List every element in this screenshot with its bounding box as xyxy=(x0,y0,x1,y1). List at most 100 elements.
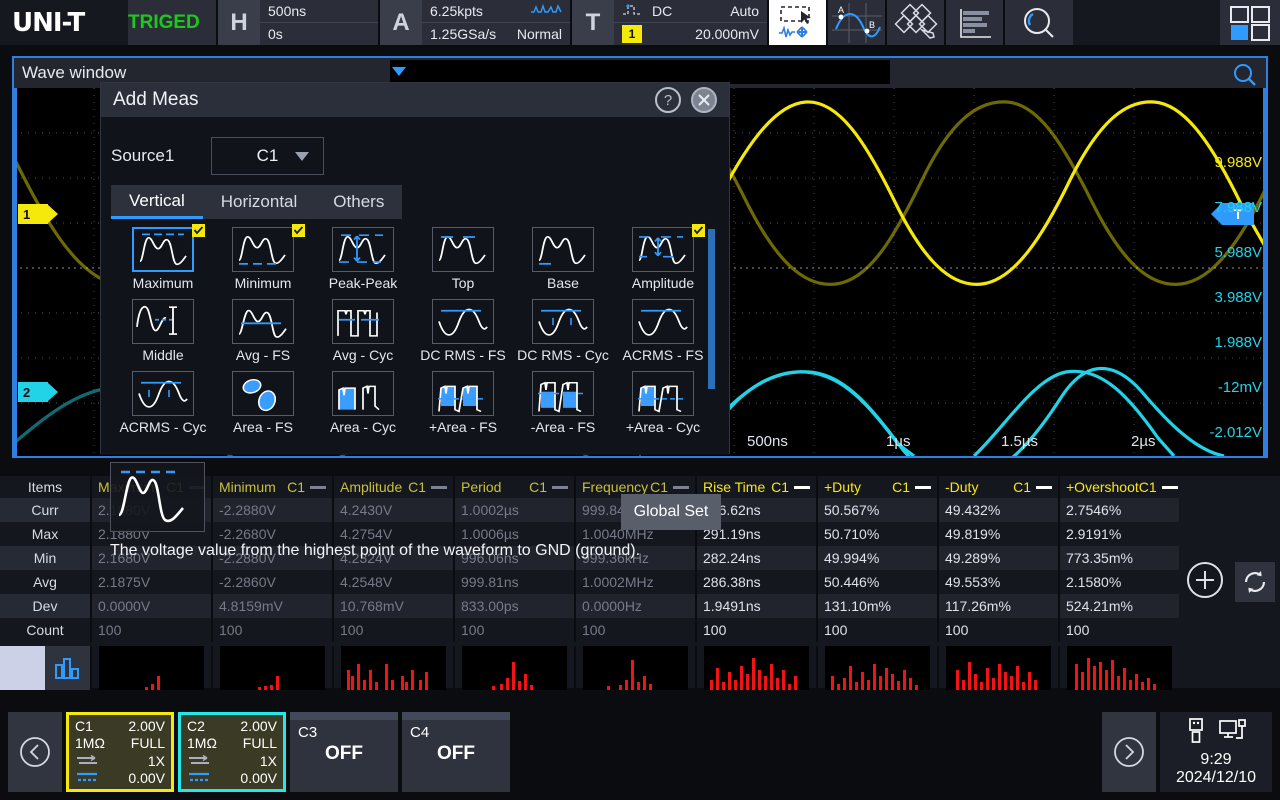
histogram-bar xyxy=(375,682,378,690)
decode-icon[interactable] xyxy=(887,0,944,45)
histogram-cell[interactable] xyxy=(1058,646,1179,690)
source1-row: Source1 C1 xyxy=(111,137,324,175)
meas-item-maximum[interactable]: Maximum xyxy=(113,224,213,299)
meas-item-area-fs[interactable]: +Area - FS xyxy=(413,371,513,443)
wave-window-scroll[interactable] xyxy=(390,60,890,84)
meas-item-amplitude[interactable]: Amplitude xyxy=(613,224,713,299)
histogram-bar xyxy=(740,666,743,690)
histogram-cell[interactable] xyxy=(695,646,816,690)
histogram-cell[interactable] xyxy=(937,646,1058,690)
channel-card-c2[interactable]: C2 2.00V 1MΩ FULL 1X 0.00V xyxy=(178,712,286,792)
channel-marker-2[interactable]: 2 xyxy=(18,382,58,402)
table-cell: 100 xyxy=(90,618,211,642)
c3-state: OFF xyxy=(325,743,363,764)
column-header[interactable]: Period C1 xyxy=(453,476,574,498)
histogram-row xyxy=(0,642,1180,694)
meas-item-top[interactable]: Top xyxy=(413,227,513,299)
chevron-left-circle-icon[interactable] xyxy=(8,712,62,792)
channel-marker-1[interactable]: 1 xyxy=(18,204,58,224)
column-header[interactable]: +Duty C1 xyxy=(816,476,937,498)
histogram-icon[interactable] xyxy=(946,0,1003,45)
histogram-cell[interactable] xyxy=(211,646,332,690)
histogram-bar xyxy=(734,680,737,690)
horizontal-settings[interactable]: H 500ns 0s xyxy=(218,0,378,45)
meas-item-avg-cyc[interactable]: Avg - Cyc xyxy=(313,299,413,371)
row-label: Avg xyxy=(33,574,57,590)
meas-item-minimum[interactable]: Minimum xyxy=(213,224,313,299)
channel-card-c3[interactable]: C3 OFF xyxy=(290,712,398,792)
c1-scale: 2.00V xyxy=(128,717,165,734)
meas-item-dc-rms-fs[interactable]: DC RMS - FS xyxy=(413,299,513,371)
histogram-bar xyxy=(518,681,521,690)
tab-horizontal[interactable]: Horizontal xyxy=(202,185,316,219)
tooltip-global-set[interactable]: Global Set xyxy=(621,494,721,530)
histogram-bar xyxy=(728,672,731,690)
acquire-settings[interactable]: A 6.25kpts 1.25GSa/s Normal xyxy=(380,0,570,45)
meas-item-area-cyc[interactable]: +Area - Cyc xyxy=(613,371,713,443)
histogram-cell[interactable] xyxy=(816,646,937,690)
trigger-settings[interactable]: T DC Auto 1 20.000mV xyxy=(572,0,767,45)
histogram-bar xyxy=(363,680,366,690)
c2-probe: 1X xyxy=(259,752,277,769)
zoom-search-icon[interactable] xyxy=(1005,0,1073,45)
histogram-bar xyxy=(506,678,509,690)
channel-card-c1[interactable]: C1 2.00V 1MΩ FULL 1X 0.00V xyxy=(66,712,174,792)
area-fs-icon xyxy=(232,371,294,416)
column-color-dash xyxy=(915,485,931,489)
histogram-bars-icon[interactable] xyxy=(45,646,90,690)
plus-circle-icon[interactable] xyxy=(1185,560,1225,605)
meas-item-acrms-fs[interactable]: ACRMS - FS xyxy=(613,299,713,371)
table-cell: 50.446% xyxy=(816,570,937,594)
peak-peak-icon xyxy=(332,227,394,272)
column-header-name: +Overshoot xyxy=(1066,479,1139,495)
measure-region-icon[interactable] xyxy=(769,0,826,45)
ab-cursor-icon[interactable]: A B xyxy=(828,0,885,45)
histogram-cell[interactable] xyxy=(332,646,453,690)
histogram-pane-blank[interactable] xyxy=(0,646,45,690)
meas-item-peak-peak[interactable]: Peak-Peak xyxy=(313,227,413,299)
close-x-icon[interactable] xyxy=(691,87,717,113)
channel-card-c4[interactable]: C4 OFF xyxy=(402,712,510,792)
table-cell: 773.35m% xyxy=(1058,546,1179,570)
histogram-bar xyxy=(782,670,785,690)
histogram-cell[interactable] xyxy=(453,646,574,690)
column-header[interactable]: Minimum C1 xyxy=(211,476,332,498)
scrollbar-thumb[interactable] xyxy=(708,229,715,389)
refresh-icon[interactable] xyxy=(1235,562,1275,602)
c4-state: OFF xyxy=(437,743,475,764)
meas-item-area-cyc[interactable]: Area - Cyc xyxy=(313,371,413,443)
column-header-name: Rise Time xyxy=(703,479,766,495)
histogram-bar xyxy=(391,680,394,690)
histogram-toggle-group[interactable] xyxy=(0,646,90,690)
table-cell: 2.7546% xyxy=(1058,498,1179,522)
histogram-plot xyxy=(704,646,809,690)
tab-others[interactable]: Others xyxy=(315,185,403,219)
histogram-cell[interactable] xyxy=(574,646,695,690)
grid-layout-icon[interactable] xyxy=(1220,0,1280,45)
tab-vertical[interactable]: Vertical xyxy=(111,185,203,219)
meas-item-acrms-cyc[interactable]: ACRMS - Cyc xyxy=(113,371,213,443)
histogram-bar xyxy=(986,668,989,690)
meas-item-avg-fs[interactable]: Avg - FS xyxy=(213,299,313,371)
meas-item-label: Middle xyxy=(142,347,184,363)
magnifier-icon[interactable] xyxy=(1230,62,1260,91)
time-label: 1µs xyxy=(886,433,911,450)
measurement-grid-scrollbar[interactable] xyxy=(708,229,715,435)
meas-item-base[interactable]: Base xyxy=(513,227,613,299)
source1-select[interactable]: C1 xyxy=(211,137,324,175)
c3-strip xyxy=(290,712,398,720)
voltage-label: -12mV xyxy=(1217,379,1262,396)
histogram-bar xyxy=(992,678,995,690)
meas-item-dc-rms-cyc[interactable]: DC RMS - Cyc xyxy=(513,299,613,371)
chevron-right-circle-icon[interactable] xyxy=(1102,712,1156,792)
question-mark-icon[interactable]: ? xyxy=(655,87,681,113)
column-header[interactable]: -Duty C1 xyxy=(937,476,1058,498)
column-header[interactable]: Amplitude C1 xyxy=(332,476,453,498)
histogram-cell[interactable] xyxy=(90,646,211,690)
meas-item-middle[interactable]: Middle xyxy=(113,299,213,371)
meas-item-area-fs[interactable]: Area - FS xyxy=(213,371,313,443)
table-cell: 10.768mV xyxy=(332,594,453,618)
column-header[interactable]: +Overshoot C1 xyxy=(1058,476,1184,498)
column-color-dash xyxy=(1161,485,1178,489)
meas-item-area-fs[interactable]: -Area - FS xyxy=(513,371,613,443)
